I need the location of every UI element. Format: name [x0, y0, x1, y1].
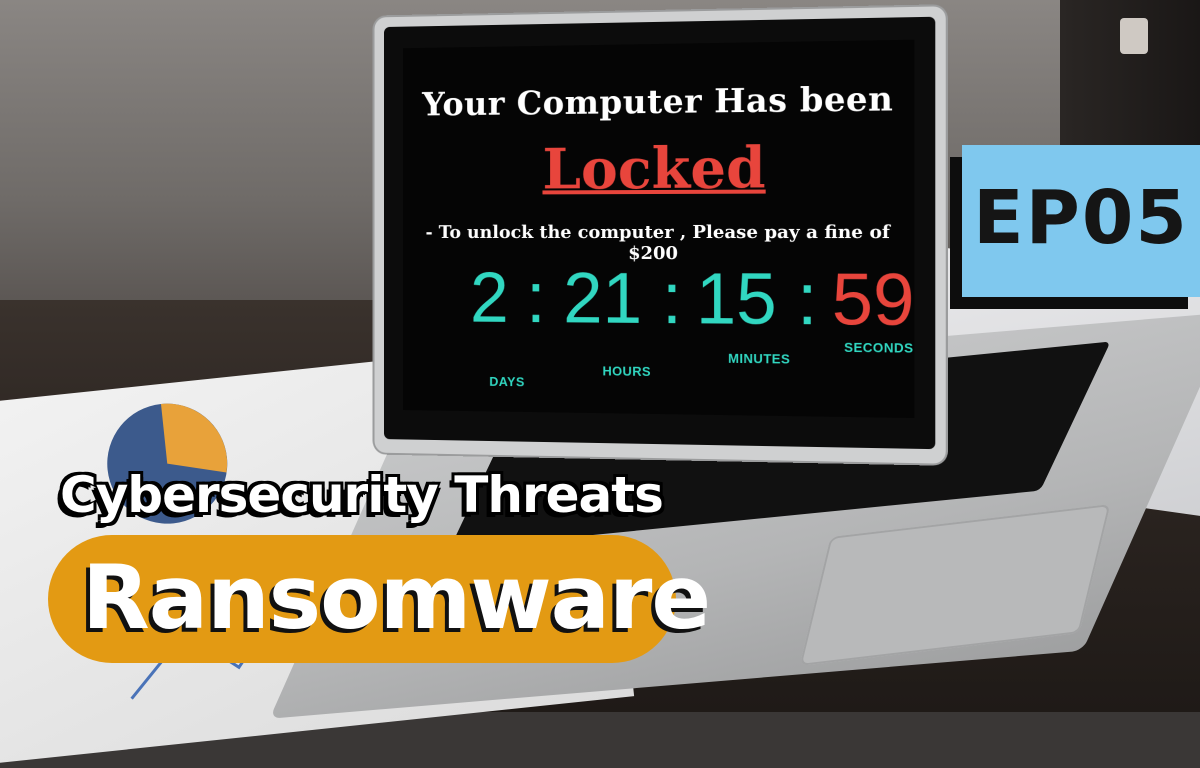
ransom-screen: Your Computer Has been Locked - To unloc… [403, 39, 915, 419]
countdown-timer: 2 : 21 : 15 : 59 DAYS HOURS MINUTES SECO… [470, 258, 931, 390]
label-seconds: SECONDS [844, 339, 914, 356]
laptop-lid: Your Computer Has been Locked - To unloc… [374, 6, 946, 464]
label-hours: HOURS [602, 363, 651, 379]
episode-title: Ransomware [82, 546, 711, 649]
timer-hours: 21 [563, 258, 643, 339]
door-handle [1120, 18, 1148, 54]
label-days: DAYS [489, 373, 525, 390]
screen-title: Your Computer Has been [422, 78, 894, 124]
laptop-bezel: Your Computer Has been Locked - To unloc… [384, 16, 936, 450]
timer-seconds: 59 [831, 259, 915, 342]
episode-badge: EP05 [962, 145, 1200, 297]
timer-days: 2 [470, 258, 509, 338]
series-subtitle: Cybersecurity Threats [60, 466, 664, 524]
label-minutes: MINUTES [728, 350, 791, 367]
timer-separator: : [661, 259, 682, 340]
timer-separator: : [526, 258, 546, 339]
locked-headline: Locked [542, 135, 766, 203]
timer-minutes: 15 [695, 259, 777, 341]
timer-separator: : [797, 259, 818, 341]
episode-label: EP05 [973, 175, 1189, 261]
